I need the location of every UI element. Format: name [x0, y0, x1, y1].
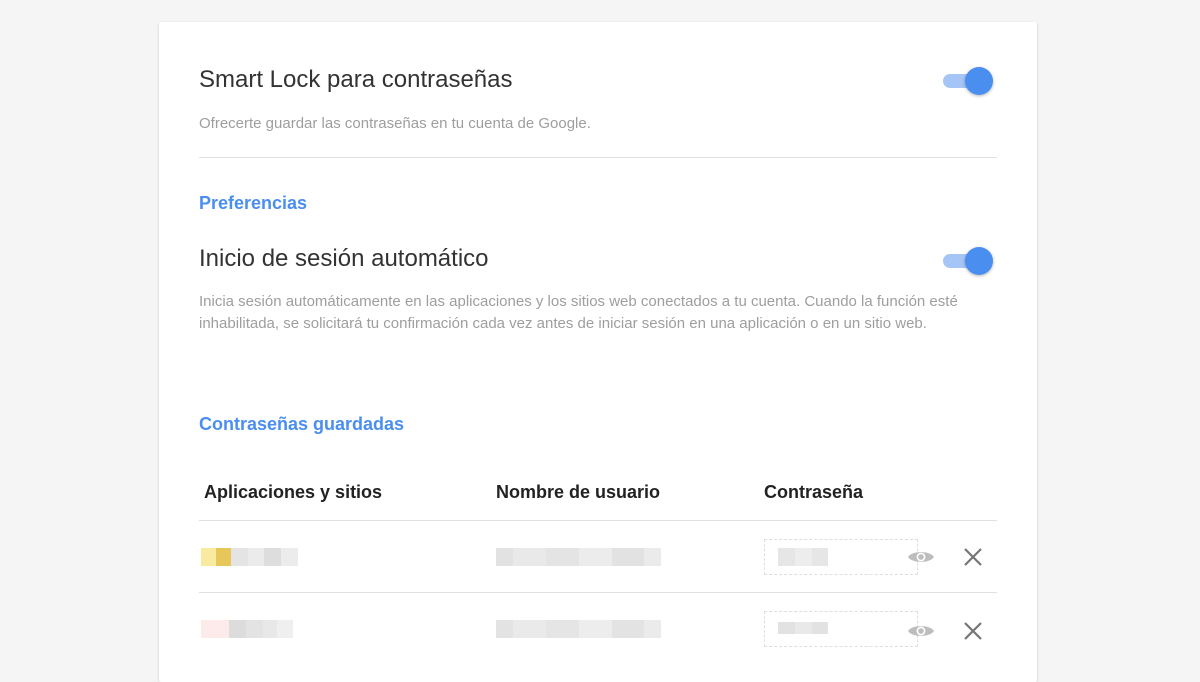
close-icon[interactable]: [962, 620, 984, 642]
auto-signin-description: Inicia sesión automáticamente en las apl…: [199, 293, 958, 332]
auto-signin-toggle[interactable]: [943, 247, 993, 275]
toggle-knob: [965, 247, 993, 275]
password-field[interactable]: [764, 539, 918, 575]
section-divider: [199, 157, 997, 158]
table-row: [199, 521, 997, 593]
saved-passwords-heading: Contraseñas guardadas: [199, 414, 405, 434]
column-header-username: Nombre de usuario: [496, 482, 661, 502]
password-field[interactable]: [764, 611, 918, 647]
toggle-knob: [965, 67, 993, 95]
smart-lock-description: Ofrecerte guardar las contraseñas en tu …: [199, 115, 591, 132]
smart-lock-title: Smart Lock para contraseñas: [199, 66, 513, 93]
site-name-redacted: [201, 620, 293, 638]
column-header-sites: Aplicaciones y sitios: [204, 482, 383, 502]
column-header-password: Contraseña: [764, 482, 864, 502]
smart-lock-toggle[interactable]: [943, 67, 993, 95]
password-mask-redacted: [778, 548, 828, 566]
eye-icon[interactable]: [907, 623, 935, 639]
username-redacted: [496, 548, 661, 566]
site-name-redacted: [201, 548, 298, 566]
settings-card: Smart Lock para contraseñas Ofrecerte gu…: [159, 22, 1037, 682]
eye-icon[interactable]: [907, 549, 935, 565]
table-row: [199, 593, 997, 665]
auto-signin-title: Inicio de sesión automático: [199, 245, 489, 272]
close-icon[interactable]: [962, 546, 984, 568]
username-redacted: [496, 620, 661, 638]
password-mask-redacted: [778, 622, 828, 634]
preferences-heading: Preferencias: [199, 193, 308, 213]
